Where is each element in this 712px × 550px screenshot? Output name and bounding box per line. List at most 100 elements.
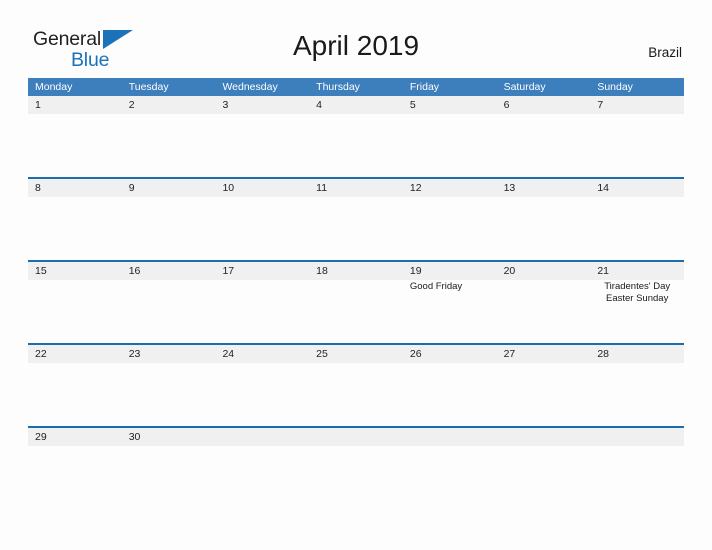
calendar-day-cell[interactable]: 9 (121, 179, 216, 260)
calendar-day-cell[interactable]: 7 (590, 96, 685, 177)
day-events: Good Friday (403, 281, 497, 293)
weekday-header-thursday: Thursday (316, 81, 360, 93)
calendar-day-cell[interactable]: 19 Good Friday (402, 262, 497, 343)
calendar-day-cell-empty (215, 428, 310, 450)
calendar-day-cell[interactable]: 26 (402, 345, 497, 426)
calendar-week-inner: 15 16 17 18 19 Good Friday 20 21 Tiradentes' Day… (28, 262, 685, 343)
day-number-band (121, 179, 216, 197)
calendar-day-cell[interactable]: 28 (590, 345, 685, 426)
holiday-event: Easter Sunday (606, 292, 669, 304)
calendar-day-cell-empty (402, 428, 497, 450)
calendar-day-cell[interactable]: 17 (215, 262, 310, 343)
day-number: 25 (316, 348, 328, 360)
calendar-day-cell[interactable]: 4 (309, 96, 403, 177)
day-number: 11 (316, 182, 328, 194)
day-number: 15 (35, 265, 47, 277)
calendar-day-cell[interactable]: 21 Tiradentes' Day Easter Sunday (590, 262, 685, 343)
calendar-day-cell[interactable]: 1 (28, 96, 122, 177)
calendar-day-cell[interactable]: 8 (28, 179, 122, 260)
calendar-day-cell[interactable]: 25 (309, 345, 403, 426)
calendar-week-inner: 1 2 3 4 5 6 7 (28, 96, 685, 177)
page-title: April 2019 (292, 30, 420, 61)
weekday-header-sunday: Sunday (597, 81, 633, 93)
day-number: 8 (35, 182, 41, 194)
calendar-week-row: 8 9 10 11 12 13 14 (28, 177, 685, 260)
calendar-week-inner: 8 9 10 11 12 13 14 (28, 179, 685, 260)
day-number: 23 (128, 348, 141, 360)
day-number: 4 (316, 99, 322, 111)
day-number: 7 (597, 99, 604, 111)
calendar-day-cell[interactable]: 2 (121, 96, 216, 177)
day-number-band (402, 428, 497, 446)
calendar-day-cell[interactable]: 16 (121, 262, 216, 343)
day-events: Tiradentes' Day Easter Sunday (590, 281, 684, 304)
weekday-header-wednesday: Wednesday (222, 81, 278, 93)
country-label: Brazil (648, 45, 682, 60)
calendar-day-cell[interactable]: 6 (496, 96, 591, 177)
day-number: 5 (409, 99, 416, 111)
day-number: 10 (222, 182, 235, 194)
calendar-day-cell[interactable]: 22 (28, 345, 122, 426)
calendar-day-cell[interactable]: 13 (496, 179, 591, 260)
day-number-band (309, 96, 403, 114)
day-number-band (28, 179, 122, 197)
calendar-day-cell[interactable]: 24 (215, 345, 310, 426)
calendar-grid: Monday Tuesday Wednesday Thursday Friday Satu… (28, 78, 685, 450)
calendar-weeks: 1 2 3 4 5 6 7 8 9 10 11 12 13 14 15 16 17 18 19 Good Friday… (28, 96, 685, 450)
day-number: 17 (222, 265, 235, 277)
weekday-header-friday: Friday (409, 81, 440, 93)
day-number-band (590, 96, 685, 114)
day-number: 28 (597, 348, 609, 360)
holiday-event: Tiradentes' Day (604, 281, 671, 292)
calendar-day-cell-empty (496, 428, 591, 450)
day-number: 3 (222, 99, 229, 111)
calendar-day-cell[interactable]: 12 (402, 179, 497, 260)
calendar-day-cell[interactable]: 29 (28, 428, 122, 450)
day-number-band (402, 96, 497, 114)
calendar-day-cell[interactable]: 3 (215, 96, 310, 177)
calendar-day-cell[interactable]: 15 (28, 262, 122, 343)
day-number-band (309, 428, 403, 446)
calendar-day-cell[interactable]: 23 (121, 345, 216, 426)
day-number: 6 (503, 99, 510, 111)
day-number: 22 (35, 348, 47, 360)
day-number-band (590, 428, 685, 446)
calendar-day-cell[interactable]: 11 (309, 179, 403, 260)
calendar-day-cell[interactable]: 14 (590, 179, 685, 260)
weekday-header-tuesday: Tuesday (128, 81, 169, 93)
day-number-band (28, 96, 122, 114)
calendar-day-cell[interactable]: 20 (496, 262, 591, 343)
day-number: 21 (597, 265, 609, 277)
holiday-event: Good Friday (409, 281, 463, 292)
day-number: 1 (35, 99, 41, 111)
day-number: 30 (128, 431, 141, 443)
day-number: 13 (503, 182, 516, 194)
calendar-week-inner: 29 30 (28, 428, 685, 450)
day-number: 19 (409, 265, 422, 277)
day-number: 24 (222, 348, 235, 360)
calendar-day-cell[interactable]: 27 (496, 345, 591, 426)
day-number: 9 (128, 182, 135, 194)
day-number-band (215, 428, 310, 446)
calendar-week-row: 22 23 24 25 26 27 28 (28, 343, 685, 426)
day-number: 27 (503, 348, 516, 360)
calendar-day-cell-empty (590, 428, 685, 450)
day-number: 2 (128, 99, 135, 111)
calendar-day-cell[interactable]: 18 (309, 262, 403, 343)
day-number: 20 (503, 265, 516, 277)
page-header: General Blue April 2019 Brazil (0, 0, 712, 78)
calendar-day-cell[interactable]: 10 (215, 179, 310, 260)
calendar-week-row: 29 30 (28, 426, 685, 450)
day-number-band (121, 96, 216, 114)
day-number: 16 (128, 265, 141, 277)
calendar-page: General Blue April 2019 Brazil Monday Tue… (0, 0, 712, 550)
weekday-header-row: Monday Tuesday Wednesday Thursday Friday Satu… (28, 78, 684, 96)
day-number: 12 (409, 182, 422, 194)
calendar-day-cell[interactable]: 30 (121, 428, 216, 450)
calendar-day-cell[interactable]: 5 (402, 96, 497, 177)
day-number: 18 (316, 265, 328, 277)
calendar-day-cell-empty (309, 428, 403, 450)
day-number-band (215, 96, 310, 114)
day-number-band (496, 428, 591, 446)
weekday-header-saturday: Saturday (503, 81, 546, 93)
